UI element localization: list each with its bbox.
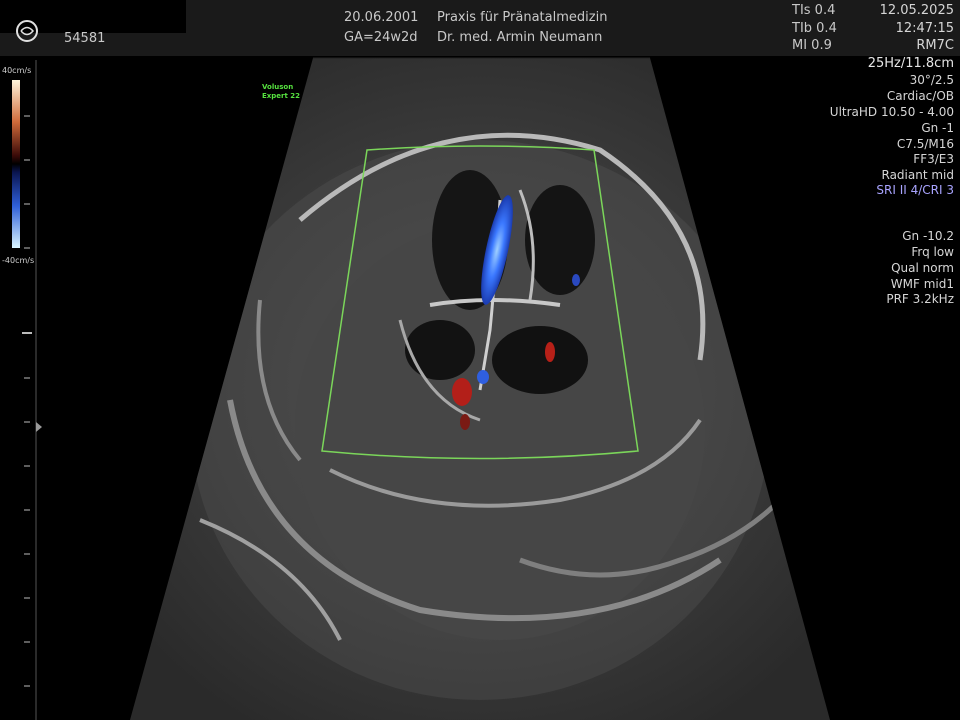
red-flow: [452, 378, 472, 406]
b-mode-sector: [130, 58, 830, 720]
depth-ruler: [22, 115, 32, 687]
ultrasound-image: [12, 57, 830, 720]
device-logo: Voluson Expert 22: [262, 83, 301, 100]
focus-marker: [36, 422, 42, 432]
color-scale-bar: [12, 80, 20, 248]
